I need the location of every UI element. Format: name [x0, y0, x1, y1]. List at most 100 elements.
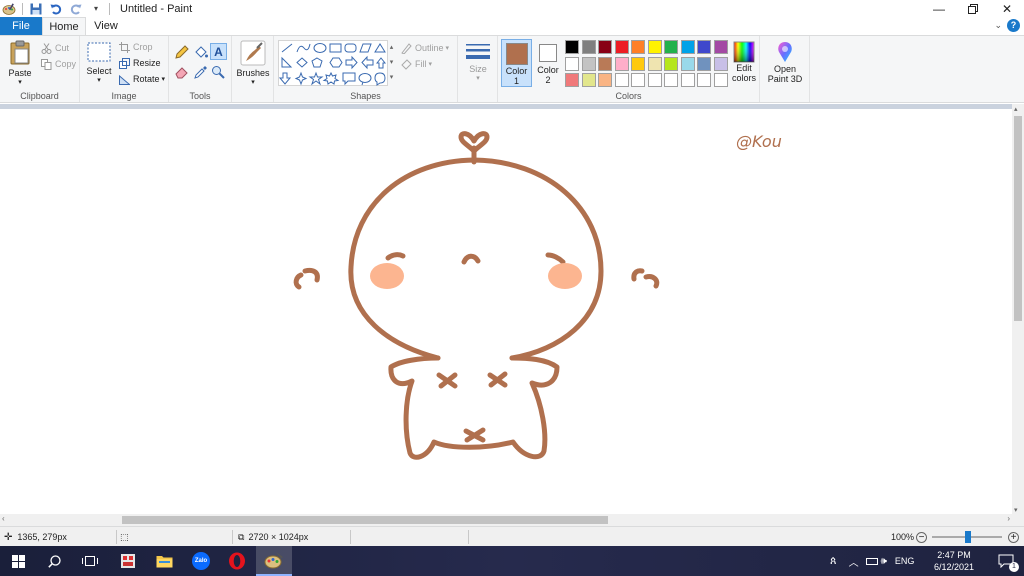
collapse-ribbon-icon[interactable]: ⌄ — [994, 20, 1002, 31]
magnifier-tool[interactable] — [211, 65, 225, 82]
size-button[interactable]: Size ▾ — [462, 42, 494, 82]
eraser-icon — [175, 67, 188, 79]
palette-swatch[interactable] — [664, 56, 678, 71]
palette-swatch[interactable] — [614, 40, 629, 54]
task-view-button[interactable] — [72, 546, 108, 576]
text-tool[interactable]: A — [210, 43, 227, 60]
cut-button[interactable]: Cut — [40, 41, 69, 55]
scroll-down-icon[interactable]: ▾ — [1014, 506, 1018, 514]
show-hidden-icons-icon[interactable]: ︿ — [849, 554, 859, 569]
palette-swatch[interactable] — [680, 56, 695, 71]
palette-swatch[interactable] — [565, 56, 579, 71]
language-indicator[interactable]: ENG — [895, 556, 915, 566]
palette-swatch[interactable] — [598, 56, 612, 71]
palette-swatch[interactable] — [713, 56, 728, 71]
zoom-slider-thumb[interactable] — [965, 531, 971, 543]
palette-swatch[interactable] — [713, 40, 728, 54]
help-icon[interactable]: ? — [1007, 19, 1020, 32]
zoom-out-button[interactable]: − — [916, 527, 927, 547]
color1-button[interactable]: Color 1 — [501, 39, 532, 87]
paint-app-icon[interactable] — [2, 2, 16, 16]
resize-button[interactable]: Resize — [118, 56, 161, 70]
color2-button[interactable]: Color 2 — [534, 39, 562, 87]
notification-center-button[interactable]: 1 — [988, 546, 1024, 576]
pencil-tool[interactable] — [175, 45, 189, 62]
taskbar-app-zalo[interactable]: Zalo — [183, 546, 219, 576]
tab-view[interactable]: View — [86, 17, 126, 35]
palette-swatch[interactable] — [697, 73, 711, 87]
select-dropdown-icon[interactable]: ▾ — [85, 76, 113, 84]
palette-swatch[interactable] — [697, 40, 711, 54]
open-paint3d-button[interactable]: Open Paint 3D — [764, 40, 806, 84]
brushes-dropdown-icon[interactable]: ▾ — [235, 78, 271, 86]
palette-swatch[interactable] — [565, 73, 579, 87]
taskbar-clock[interactable]: 2:47 PM 6/12/2021 — [930, 549, 978, 573]
palette-swatch[interactable] — [631, 73, 645, 87]
shapes-scroll[interactable]: ▴ ▾ ▾ — [387, 40, 396, 86]
palette-swatch[interactable] — [697, 56, 711, 71]
palette-swatch[interactable] — [565, 40, 579, 54]
close-button[interactable]: ✕ — [990, 0, 1024, 17]
select-button[interactable]: Select ▾ — [85, 42, 113, 84]
paste-dropdown-icon[interactable]: ▾ — [6, 78, 34, 86]
palette-swatch[interactable] — [647, 56, 662, 71]
palette-swatch[interactable] — [664, 73, 678, 87]
palette-swatch[interactable] — [664, 40, 678, 54]
taskbar-app-explorer[interactable] — [146, 546, 182, 576]
palette-swatch[interactable] — [614, 73, 629, 87]
paste-button[interactable]: Paste ▾ — [6, 40, 34, 86]
rotate-dropdown-icon[interactable]: ▾ — [162, 75, 166, 83]
eraser-tool[interactable] — [175, 65, 189, 82]
horizontal-scroll-thumb[interactable] — [122, 516, 608, 524]
redo-icon[interactable] — [69, 2, 83, 16]
save-icon[interactable] — [29, 2, 43, 16]
outline-button[interactable]: Outline ▾ — [400, 41, 449, 55]
palette-swatch[interactable] — [647, 40, 662, 54]
shapes-icons — [278, 43, 387, 86]
palette-swatch[interactable] — [647, 73, 662, 87]
minimize-button[interactable]: — — [922, 0, 956, 17]
restore-button[interactable] — [956, 0, 990, 17]
people-icon[interactable]: ጰ — [830, 555, 837, 568]
crop-button[interactable]: Crop — [118, 40, 153, 54]
volume-icon[interactable]: 🕪 — [881, 556, 887, 567]
tab-file[interactable]: File — [0, 17, 42, 35]
palette-swatch[interactable] — [581, 73, 596, 87]
edit-colors-button[interactable]: Edit colors — [730, 39, 758, 87]
taskbar-app-paint[interactable] — [256, 546, 292, 576]
scroll-right-icon[interactable]: › — [1007, 514, 1010, 523]
zoom-in-button[interactable]: + — [1008, 527, 1019, 547]
battery-icon[interactable] — [865, 557, 878, 565]
customize-toolbar-icon[interactable]: ▾ — [89, 2, 103, 16]
undo-icon[interactable] — [49, 2, 63, 16]
taskbar-app-opera[interactable] — [219, 546, 255, 576]
copy-button[interactable]: Copy — [40, 57, 76, 71]
rotate-button[interactable]: Rotate ▾ — [118, 72, 165, 86]
color-picker-tool[interactable] — [194, 65, 208, 82]
palette-swatch[interactable] — [614, 56, 629, 71]
scroll-up-icon[interactable]: ▴ — [1014, 105, 1018, 113]
search-button[interactable] — [36, 546, 72, 576]
vertical-scrollbar[interactable]: ▴ ▾ — [1012, 104, 1024, 514]
palette-swatch[interactable] — [713, 73, 728, 87]
scroll-left-icon[interactable]: ‹ — [2, 514, 5, 523]
vertical-scroll-thumb[interactable] — [1014, 116, 1022, 321]
shapes-gallery[interactable] — [278, 40, 388, 86]
palette-swatch[interactable] — [581, 56, 596, 71]
taskbar-app-snipping[interactable] — [110, 546, 146, 576]
tab-home[interactable]: Home — [42, 17, 86, 35]
drawing-canvas[interactable]: @Kou — [0, 109, 1012, 514]
palette-swatch[interactable] — [631, 40, 645, 54]
tools-group: A Tools — [169, 36, 232, 102]
palette-swatch[interactable] — [631, 56, 645, 71]
palette-swatch[interactable] — [680, 73, 695, 87]
start-button[interactable] — [0, 546, 36, 576]
palette-swatch[interactable] — [598, 73, 612, 87]
fill-tool[interactable] — [194, 45, 208, 62]
fill-button[interactable]: Fill ▾ — [400, 57, 432, 71]
palette-swatch[interactable] — [598, 40, 612, 54]
horizontal-scrollbar[interactable]: ‹ › — [0, 514, 1012, 526]
brushes-button[interactable]: Brushes ▾ — [235, 40, 271, 86]
palette-swatch[interactable] — [680, 40, 695, 54]
palette-swatch[interactable] — [581, 40, 596, 54]
